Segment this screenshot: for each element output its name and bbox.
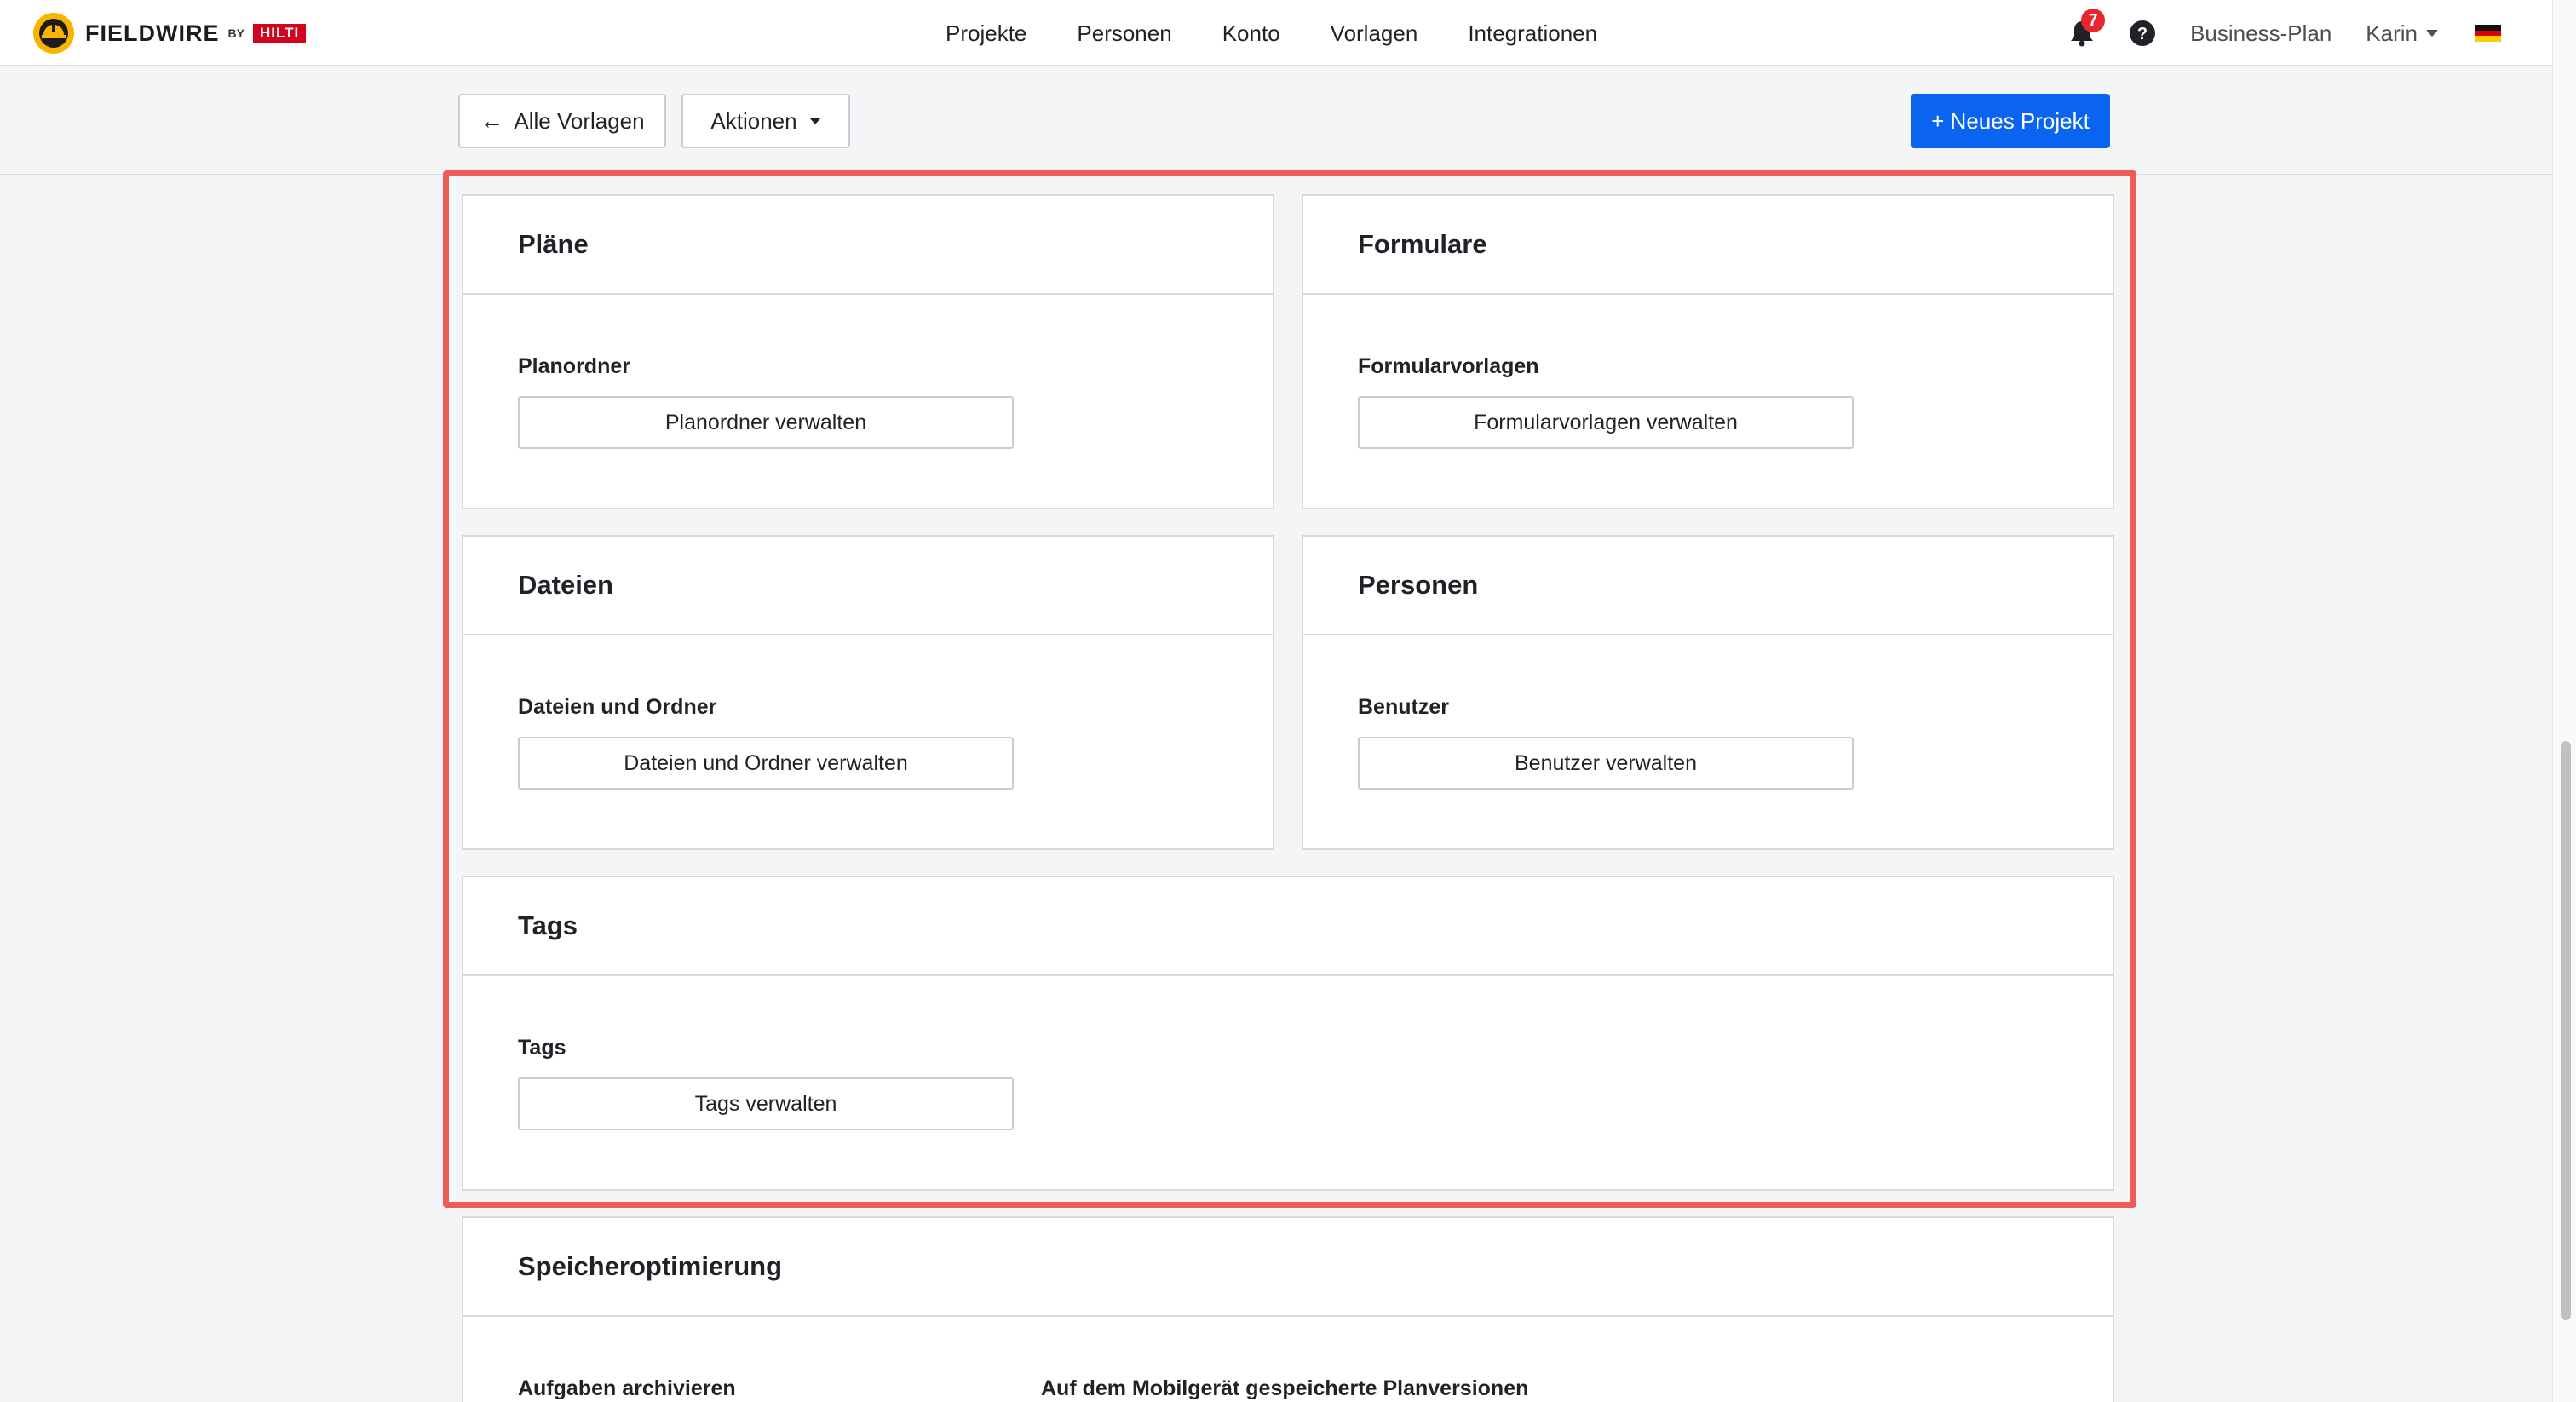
card-title: Personen <box>1358 570 1479 600</box>
plan-label[interactable]: Business-Plan <box>2190 20 2332 47</box>
notification-badge: 7 <box>2081 9 2106 32</box>
hilti-logo: HILTI <box>252 24 307 43</box>
nav-item-projekte[interactable]: Projekte <box>946 20 1026 47</box>
card-title: Tags <box>518 911 578 940</box>
manage-plan-folders-button[interactable]: Planordner verwalten <box>518 396 1014 449</box>
scrollbar-thumb[interactable] <box>2561 741 2571 1320</box>
top-navigation-bar: FIELDWIRE BY HILTI Projekte Personen Kon… <box>0 0 2552 66</box>
fieldwire-helmet-icon <box>33 13 74 54</box>
arrow-left-icon: ← <box>480 107 504 134</box>
card-title: Pläne <box>518 229 589 259</box>
card-dateien: Dateien Dateien und Ordner Dateien und O… <box>462 535 1274 850</box>
card-subtitle: Tags <box>518 1036 566 1060</box>
notifications-button[interactable]: 7 <box>2067 9 2106 48</box>
german-flag-icon[interactable] <box>2475 25 2501 43</box>
nav-item-personen[interactable]: Personen <box>1077 20 1171 47</box>
card-formulare: Formulare Formularvorlagen Formularvorla… <box>1302 194 2114 509</box>
card-subtitle: Benutzer <box>1358 695 1449 719</box>
all-templates-label: Alle Vorlagen <box>514 107 645 134</box>
user-menu[interactable]: Karin <box>2366 20 2438 47</box>
chevron-down-icon <box>808 118 821 124</box>
card-subtitle: Formularvorlagen <box>1358 354 1539 378</box>
header-right: 7 ? Business-Plan Karin <box>2067 0 2501 66</box>
actions-dropdown[interactable]: Aktionen <box>681 94 850 148</box>
fieldwire-logo[interactable]: FIELDWIRE BY HILTI <box>32 12 307 55</box>
chevron-down-icon <box>2426 30 2438 37</box>
manage-files-button[interactable]: Dateien und Ordner verwalten <box>518 737 1014 790</box>
manage-tags-button[interactable]: Tags verwalten <box>518 1077 1014 1130</box>
mobile-plan-versions-label: Auf dem Mobilgerät gespeicherte Planvers… <box>1041 1376 1529 1400</box>
card-title: Formulare <box>1358 229 1487 259</box>
help-icon[interactable]: ? <box>2129 20 2156 47</box>
all-templates-button[interactable]: ← Alle Vorlagen <box>458 94 666 148</box>
archive-tasks-label: Aufgaben archivieren <box>518 1376 736 1400</box>
nav-item-vorlagen[interactable]: Vorlagen <box>1331 20 1418 47</box>
brand-name: FIELDWIRE <box>85 20 220 46</box>
svg-text:?: ? <box>2137 25 2148 43</box>
card-subtitle: Planordner <box>518 354 630 378</box>
card-speicheroptimierung: Speicheroptimierung Aufgaben archivieren… <box>462 1216 2114 1402</box>
manage-form-templates-button[interactable]: Formularvorlagen verwalten <box>1358 396 1854 449</box>
card-title: Speicheroptimierung <box>518 1251 783 1281</box>
card-personen: Personen Benutzer Benutzer verwalten <box>1302 535 2114 850</box>
nav-item-integrationen[interactable]: Integrationen <box>1468 20 1597 47</box>
main-nav: Projekte Personen Konto Vorlagen Integra… <box>946 0 1647 66</box>
nav-item-konto[interactable]: Konto <box>1222 20 1280 47</box>
card-subtitle: Dateien und Ordner <box>518 695 717 719</box>
actions-label: Aktionen <box>710 107 797 134</box>
card-title: Dateien <box>518 570 613 600</box>
new-project-label: + Neues Projekt <box>1931 107 2090 134</box>
new-project-button[interactable]: + Neues Projekt <box>1911 94 2110 148</box>
user-name: Karin <box>2366 20 2418 46</box>
manage-users-button[interactable]: Benutzer verwalten <box>1358 737 1854 790</box>
card-tags: Tags Tags Tags verwalten <box>462 876 2114 1191</box>
card-plaene: Pläne Planordner Planordner verwalten <box>462 194 1274 509</box>
template-toolbar: ← Alle Vorlagen Aktionen + Neues Projekt <box>0 68 2552 175</box>
brand-by: BY <box>227 26 244 40</box>
